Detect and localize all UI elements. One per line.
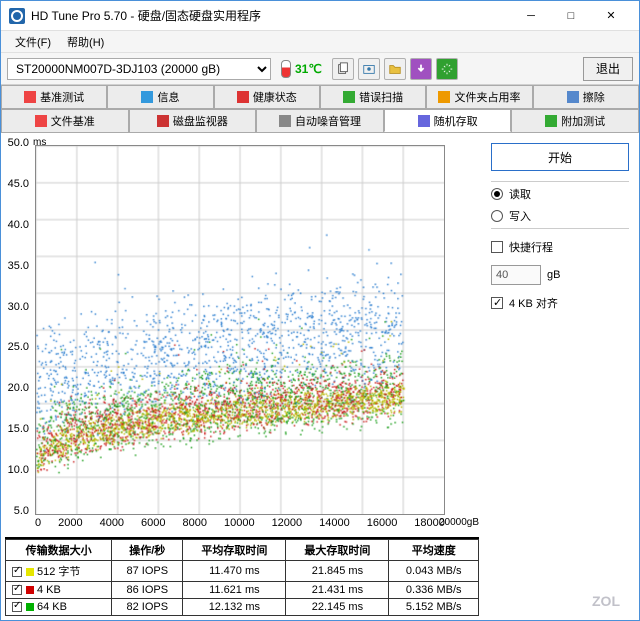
results-table: 传输数据大小操作/秒平均存取时间最大存取时间平均速度 512 字节87 IOPS… [5,539,479,616]
tab-icon [35,115,47,127]
close-button[interactable]: ✕ [591,2,631,30]
tab-icon [279,115,291,127]
screenshot-icon[interactable] [358,58,380,80]
x-axis-labels: 0200040006000800010000120001400016000180… [35,517,445,529]
tab-icon [545,115,557,127]
tab-icon [343,91,355,103]
exit-button[interactable]: 退出 [583,57,633,81]
capacity-unit: gB [547,269,560,281]
tab-icon [567,91,579,103]
start-button[interactable]: 开始 [491,143,629,171]
tab-top-5[interactable]: 擦除 [533,85,639,108]
tab-top-3[interactable]: 错误扫描 [320,85,426,108]
align-checkbox[interactable]: 4 KB 对齐 [491,295,629,311]
copy-icon[interactable] [332,58,354,80]
read-radio[interactable]: 读取 [491,186,629,202]
save-icon[interactable] [410,58,432,80]
settings-icon[interactable] [436,58,458,80]
maximize-button[interactable]: □ [551,2,591,30]
app-icon [9,8,25,24]
menu-help[interactable]: 帮助(H) [59,32,112,52]
tab-bottom-2[interactable]: 自动噪音管理 [256,109,384,132]
menu-file[interactable]: 文件(F) [7,32,59,52]
tab-icon [418,115,430,127]
quick-checkbox[interactable]: 快捷行程 [491,239,629,255]
tab-icon [438,91,450,103]
write-radio[interactable]: 写入 [491,208,629,224]
x-axis-unit: 20000gB [439,517,479,528]
thermometer-icon [281,60,291,78]
window-title: HD Tune Pro 5.70 - 硬盘/固态硬盘实用程序 [31,7,511,24]
tab-icon [237,91,249,103]
scatter-chart [35,145,445,515]
tab-bottom-0[interactable]: 文件基准 [1,109,129,132]
tab-icon [24,91,36,103]
folder-icon[interactable] [384,58,406,80]
tab-top-4[interactable]: 文件夹占用率 [426,85,532,108]
tab-top-0[interactable]: 基准测试 [1,85,107,108]
y-axis-labels: 50.045.040.035.030.025.020.015.010.05.0 [5,137,33,517]
temperature-value: 31℃ [295,62,322,76]
temperature-display: 31℃ [275,60,328,78]
tab-bottom-3[interactable]: 随机存取 [384,109,512,132]
tab-icon [157,115,169,127]
drive-select[interactable]: ST20000NM007D-3DJ103 (20000 gB) [7,58,271,80]
tab-top-1[interactable]: 信息 [107,85,213,108]
capacity-input[interactable] [491,265,541,285]
tab-bottom-4[interactable]: 附加测试 [511,109,639,132]
tab-icon [141,91,153,103]
tab-top-2[interactable]: 健康状态 [214,85,320,108]
tab-bottom-1[interactable]: 磁盘监视器 [129,109,257,132]
minimize-button[interactable]: ─ [511,2,551,30]
